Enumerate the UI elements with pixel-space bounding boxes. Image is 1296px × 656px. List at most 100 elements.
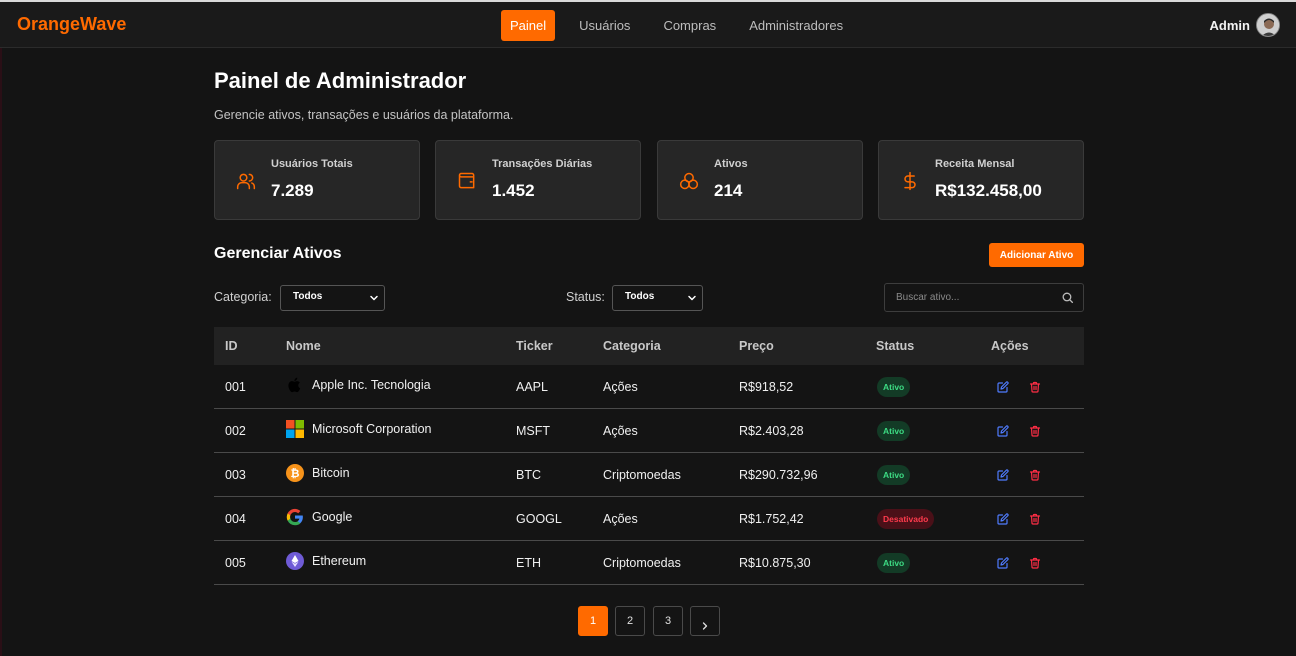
status-badge: Ativo	[877, 553, 911, 573]
add-asset-button[interactable]: Adicionar Ativo	[989, 243, 1084, 267]
google-logo-icon	[286, 508, 304, 526]
apple-logo-icon	[286, 376, 304, 394]
table-row: 001 Apple Inc. Tecnologia AAPL Ações R$9…	[214, 365, 1084, 409]
cell-price: R$1.752,42	[739, 512, 804, 526]
page-button-2[interactable]: 2	[615, 606, 645, 636]
svg-text:₿: ₿	[291, 467, 300, 480]
cell-name: ₿ Bitcoin	[286, 464, 350, 482]
nav-item-administradores[interactable]: Administradores	[749, 10, 843, 41]
trash-icon[interactable]	[1029, 380, 1041, 393]
page-subtitle: Gerencie ativos, transações e usuários d…	[214, 108, 514, 122]
search-icon[interactable]	[1061, 291, 1074, 304]
trash-icon[interactable]	[1029, 468, 1041, 481]
cell-category: Ações	[603, 512, 638, 526]
cell-ticker: BTC	[516, 468, 541, 482]
asset-name: Microsoft Corporation	[312, 422, 432, 436]
cell-category: Ações	[603, 380, 638, 394]
status-select-value: Todos	[625, 291, 655, 302]
cell-category: Criptomoedas	[603, 468, 681, 482]
avatar[interactable]	[1256, 13, 1280, 37]
cell-ticker: GOOGL	[516, 512, 562, 526]
category-filter-label: Categoria:	[214, 290, 272, 304]
page-button-3[interactable]: 3	[653, 606, 683, 636]
nav-item-painel[interactable]: Painel	[501, 10, 556, 41]
cell-name: Apple Inc. Tecnologia	[286, 376, 431, 394]
cell-category: Ações	[603, 424, 638, 438]
cell-price: R$10.875,30	[739, 556, 811, 570]
cell-id: 004	[225, 512, 246, 526]
stat-label: Ativos	[714, 158, 748, 170]
cell-name: Ethereum	[286, 552, 366, 570]
stat-card-transactions: Transações Diárias 1.452	[435, 140, 641, 220]
bitcoin-logo-icon: ₿	[286, 464, 304, 482]
table-row: 003 ₿ Bitcoin BTC Criptomoedas R$290.732…	[214, 453, 1084, 497]
asset-name: Bitcoin	[312, 466, 350, 480]
navbar: OrangeWave Painel Usuários Compras Admin…	[0, 2, 1296, 48]
stat-card-assets: Ativos 214	[657, 140, 863, 220]
user-name: Admin	[1209, 17, 1250, 33]
cell-name: Google	[286, 508, 352, 526]
stat-label: Receita Mensal	[935, 158, 1015, 170]
cell-ticker: MSFT	[516, 424, 551, 438]
asset-name: Ethereum	[312, 554, 367, 568]
trash-icon[interactable]	[1029, 424, 1041, 437]
stat-value: 214	[714, 181, 743, 200]
status-badge: Ativo	[877, 377, 911, 397]
category-select[interactable]: Todos	[280, 285, 385, 311]
status-select[interactable]: Todos	[612, 285, 703, 311]
stat-label: Usuários Totais	[271, 158, 353, 170]
chevron-down-icon	[686, 292, 698, 304]
column-header-nome: Nome	[286, 339, 321, 353]
search-input[interactable]	[885, 284, 1055, 311]
stat-value: R$132.458,00	[935, 181, 1042, 200]
user-menu[interactable]: Admin	[1210, 13, 1280, 37]
stat-value: 7.289	[271, 181, 314, 200]
edit-icon[interactable]	[997, 424, 1009, 437]
chevron-down-icon	[368, 292, 380, 304]
assets-table: ID Nome Ticker Categoria Preço Status Aç…	[214, 327, 1084, 585]
status-badge: Desativado	[877, 509, 935, 529]
search-box	[884, 283, 1084, 312]
table-row: 005 Ethereum ETH Criptomoedas R$10.875,3…	[214, 541, 1084, 585]
wallet-icon	[457, 171, 477, 191]
trash-icon[interactable]	[1029, 556, 1041, 569]
stat-label: Transações Diárias	[492, 158, 593, 170]
cell-id: 001	[225, 380, 246, 394]
nav-item-usuarios[interactable]: Usuários	[579, 10, 630, 41]
column-header-categoria: Categoria	[603, 339, 661, 353]
table-header: ID Nome Ticker Categoria Preço Status Aç…	[214, 327, 1084, 365]
users-icon	[236, 171, 256, 191]
edit-icon[interactable]	[997, 380, 1009, 393]
edit-icon[interactable]	[997, 468, 1009, 481]
cell-id: 003	[225, 468, 246, 482]
status-badge: Ativo	[877, 465, 911, 485]
edit-icon[interactable]	[997, 556, 1009, 569]
table-row: 002 Microsoft Corporation MSFT Ações R$2…	[214, 409, 1084, 453]
column-header-id: ID	[225, 339, 238, 353]
table-row: 004 Google GOOGL Ações R$1.752,42 Desati…	[214, 497, 1084, 541]
cell-price: R$918,52	[739, 380, 794, 394]
ethereum-logo-icon	[286, 552, 304, 570]
trash-icon[interactable]	[1029, 512, 1041, 525]
cell-ticker: AAPL	[516, 380, 548, 394]
next-page-button[interactable]	[690, 606, 720, 636]
nav-item-compras[interactable]: Compras	[663, 10, 716, 41]
status-filter-label: Status:	[566, 290, 605, 304]
page-button-1[interactable]: 1	[578, 606, 608, 636]
cell-category: Criptomoedas	[603, 556, 681, 570]
column-header-acoes: Ações	[991, 339, 1029, 353]
section-title: Gerenciar Ativos	[214, 245, 342, 262]
asset-name: Apple Inc. Tecnologia	[312, 378, 431, 392]
nav-links: Painel Usuários Compras Administradores	[501, 10, 876, 41]
column-header-status: Status	[876, 339, 915, 353]
edit-icon[interactable]	[997, 512, 1009, 525]
status-badge: Ativo	[877, 421, 911, 441]
chevron-right-icon	[699, 615, 711, 643]
page-title: Painel de Administrador	[214, 68, 467, 93]
cell-price: R$290.732,96	[739, 468, 818, 482]
brand-logo[interactable]: OrangeWave	[17, 14, 126, 35]
coins-icon	[679, 171, 699, 191]
window-left-edge	[0, 48, 2, 656]
column-header-preco: Preço	[739, 339, 774, 353]
dollar-icon	[900, 171, 920, 191]
